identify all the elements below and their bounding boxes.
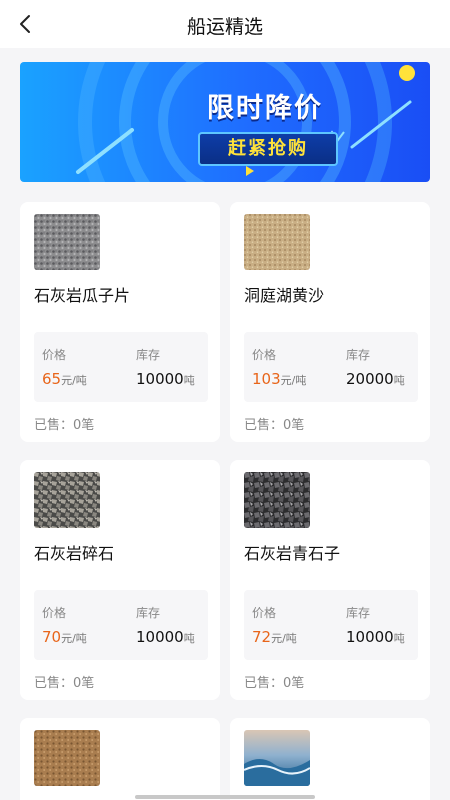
stock-value: 10000吨	[136, 370, 195, 388]
product-card[interactable]: 洞庭湖黄沙 价格 库存 103元/吨 20000吨 已售：0笔	[230, 202, 430, 442]
stock-label: 库存	[136, 606, 161, 620]
top-bar: 船运精选	[0, 0, 450, 48]
product-thumbnail	[34, 730, 100, 786]
product-card[interactable]: 石灰岩青石子 价格 库存 72元/吨 10000吨 已售：0笔	[230, 460, 430, 700]
product-name: 洞庭湖黄沙	[244, 286, 325, 305]
product-thumbnail	[34, 214, 100, 270]
product-thumbnail	[244, 472, 310, 528]
product-name: 石灰岩青石子	[244, 544, 341, 563]
banner-subheadline: 赶紧抢购	[198, 132, 338, 166]
product-card[interactable]: 石灰岩瓜子片 价格 库存 65元/吨 10000吨 已售：0笔	[20, 202, 220, 442]
product-info-box: 价格 库存 65元/吨 10000吨	[34, 332, 208, 402]
product-thumbnail	[244, 214, 310, 270]
product-card[interactable]: 石灰岩碎石 价格 库存 70元/吨 10000吨 已售：0笔	[20, 460, 220, 700]
product-thumbnail	[34, 472, 100, 528]
banner-headline: 限时降价	[207, 93, 323, 124]
product-name: 石灰岩碎石	[34, 544, 115, 563]
sold-count: 已售：0笔	[244, 676, 305, 691]
price-value: 70元/吨	[42, 628, 87, 646]
stock-label: 库存	[346, 606, 371, 620]
page-title: 船运精选	[186, 16, 263, 38]
stock-value: 10000吨	[346, 628, 405, 646]
product-name: 石灰岩瓜子片	[34, 286, 131, 305]
price-label: 价格	[42, 348, 67, 362]
product-card[interactable]	[20, 718, 220, 800]
price-value: 103元/吨	[252, 370, 307, 388]
stock-label: 库存	[346, 348, 371, 362]
product-info-box: 价格 库存 103元/吨 20000吨	[244, 332, 418, 402]
sold-count: 已售：0笔	[244, 418, 305, 433]
home-indicator	[135, 795, 315, 799]
price-value: 72元/吨	[252, 628, 297, 646]
product-card[interactable]	[230, 718, 430, 800]
sold-count: 已售：0笔	[34, 418, 95, 433]
stock-value: 10000吨	[136, 628, 195, 646]
stock-value: 20000吨	[346, 370, 405, 388]
product-info-box: 价格 库存 72元/吨 10000吨	[244, 590, 418, 660]
price-label: 价格	[42, 606, 67, 620]
stock-label: 库存	[136, 348, 161, 362]
product-thumbnail	[244, 730, 310, 786]
product-info-box: 价格 库存 70元/吨 10000吨	[34, 590, 208, 660]
price-value: 65元/吨	[42, 370, 87, 388]
sold-count: 已售：0笔	[34, 676, 95, 691]
promo-banner[interactable]: 限时降价 赶紧抢购	[20, 62, 430, 182]
price-label: 价格	[252, 606, 277, 620]
price-label: 价格	[252, 348, 277, 362]
